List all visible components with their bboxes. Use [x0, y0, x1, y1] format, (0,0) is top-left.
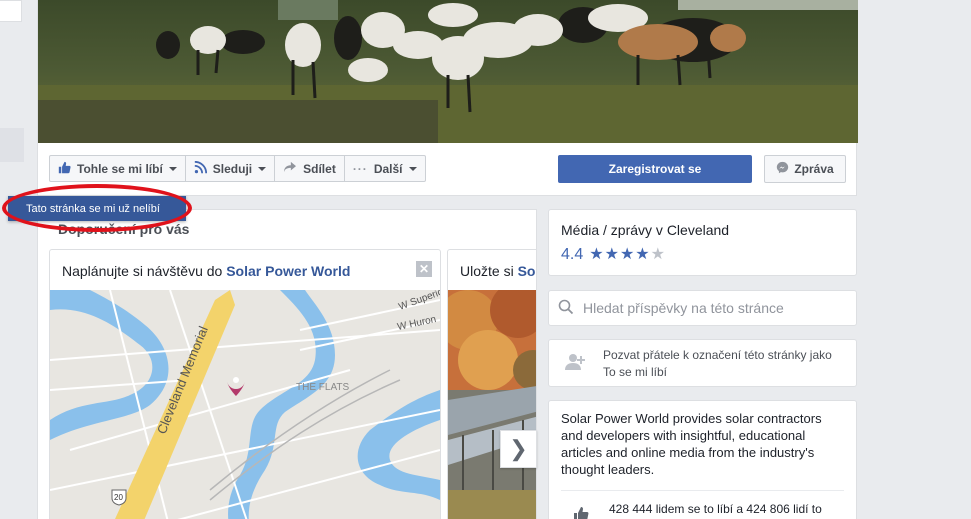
- star-half-icon: ★: [650, 246, 665, 263]
- invite-friends-card[interactable]: Pozvat přátele k označení této stránky j…: [548, 339, 857, 387]
- rating-value: 4.4: [561, 246, 584, 263]
- cover-photo[interactable]: [38, 0, 858, 143]
- save-page-heading: Uložte si Solar Power World: [448, 250, 536, 290]
- carousel-next-button[interactable]: ❯: [500, 430, 537, 468]
- star-icon: ★: [604, 246, 619, 263]
- visit-plan-heading: Naplánujte si návštěvu do Solar Power Wo…: [50, 250, 440, 290]
- thumbs-up-icon: [573, 506, 589, 519]
- recommendations-title: Doporučení pro vás: [58, 221, 190, 237]
- messenger-icon: [776, 161, 789, 177]
- chevron-right-icon: ❯: [509, 436, 528, 461]
- solar-photo[interactable]: [448, 282, 536, 519]
- left-panel-box: [0, 0, 22, 22]
- more-dots-icon: ···: [352, 161, 368, 176]
- page-action-bar: Tohle se mi líbí Sleduji Sdílet ··· Dalš…: [49, 155, 426, 182]
- page-description: Solar Power World provides solar contrac…: [561, 411, 822, 477]
- search-icon: [558, 299, 574, 318]
- star-icon: ★: [635, 246, 650, 263]
- about-card: Solar Power World provides solar contrac…: [548, 400, 857, 519]
- follow-button[interactable]: Sleduji: [186, 156, 276, 181]
- add-friend-icon: [565, 353, 585, 376]
- visit-plan-card[interactable]: Naplánujte si návštěvu do Solar Power Wo…: [49, 249, 441, 519]
- rss-icon: [194, 160, 207, 177]
- register-button[interactable]: Zaregistrovat se: [558, 155, 752, 183]
- chevron-down-icon: [168, 166, 177, 171]
- page-link[interactable]: Solar Power World: [226, 263, 350, 279]
- star-icon: ★: [619, 246, 635, 263]
- message-label: Zpráva: [794, 162, 834, 176]
- more-label: Další: [373, 161, 403, 176]
- left-edge: [0, 0, 24, 519]
- visit-plan-prefix: Naplánujte si návštěvu do: [62, 263, 227, 279]
- more-button[interactable]: ··· Další: [345, 156, 425, 181]
- rating-row[interactable]: 4.4 ★ ★ ★ ★ ★: [561, 246, 844, 264]
- left-panel-tab[interactable]: [0, 128, 24, 162]
- svg-text:20: 20: [114, 493, 123, 502]
- save-prefix: Uložte si: [460, 263, 518, 279]
- star-icon: ★: [589, 246, 604, 263]
- likes-row[interactable]: 428 444 lidem se to líbí a 424 806 lidí …: [561, 490, 844, 519]
- search-input[interactable]: [583, 300, 843, 316]
- rating-stars: ★ ★ ★ ★ ★: [589, 247, 665, 263]
- close-icon[interactable]: ✕: [416, 261, 432, 277]
- share-label: Sdílet: [303, 161, 336, 176]
- page-header-card: Tohle se mi líbí Sleduji Sdílet ··· Dalš…: [37, 0, 858, 196]
- message-button[interactable]: Zpráva: [764, 155, 846, 183]
- recommendations-card: Doporučení pro vás Naplánujte si návštěv…: [37, 209, 537, 519]
- page-link[interactable]: Solar Power World: [518, 263, 536, 279]
- unlike-menu-item[interactable]: Tato stránka se mi už nelíbí: [8, 196, 186, 221]
- like-button[interactable]: Tohle se mi líbí: [50, 156, 186, 181]
- thumbs-up-icon: [58, 161, 71, 177]
- chevron-down-icon: [408, 166, 417, 171]
- route-shield-icon: 20: [111, 489, 127, 506]
- invite-text: Pozvat přátele k označení této stránky j…: [603, 348, 832, 379]
- like-label: Tohle se mi líbí: [77, 161, 163, 176]
- page-search-card: [548, 290, 857, 326]
- category-card: Média / zprávy v Cleveland 4.4 ★ ★ ★ ★ ★: [548, 209, 857, 276]
- save-page-card[interactable]: Uložte si Solar Power World: [447, 249, 536, 519]
- page-category[interactable]: Média / zprávy v Cleveland: [561, 222, 844, 238]
- location-map[interactable]: Cleveland Memorial W Superior W Huron TH…: [50, 285, 440, 519]
- share-button[interactable]: Sdílet: [275, 156, 345, 181]
- likes-count: 428 444 lidem se to líbí a 424 806 lidí …: [609, 502, 822, 519]
- share-arrow-icon: [283, 161, 297, 176]
- map-district-label: THE FLATS: [296, 382, 349, 393]
- chevron-down-icon: [258, 166, 267, 171]
- follow-label: Sleduji: [212, 161, 253, 176]
